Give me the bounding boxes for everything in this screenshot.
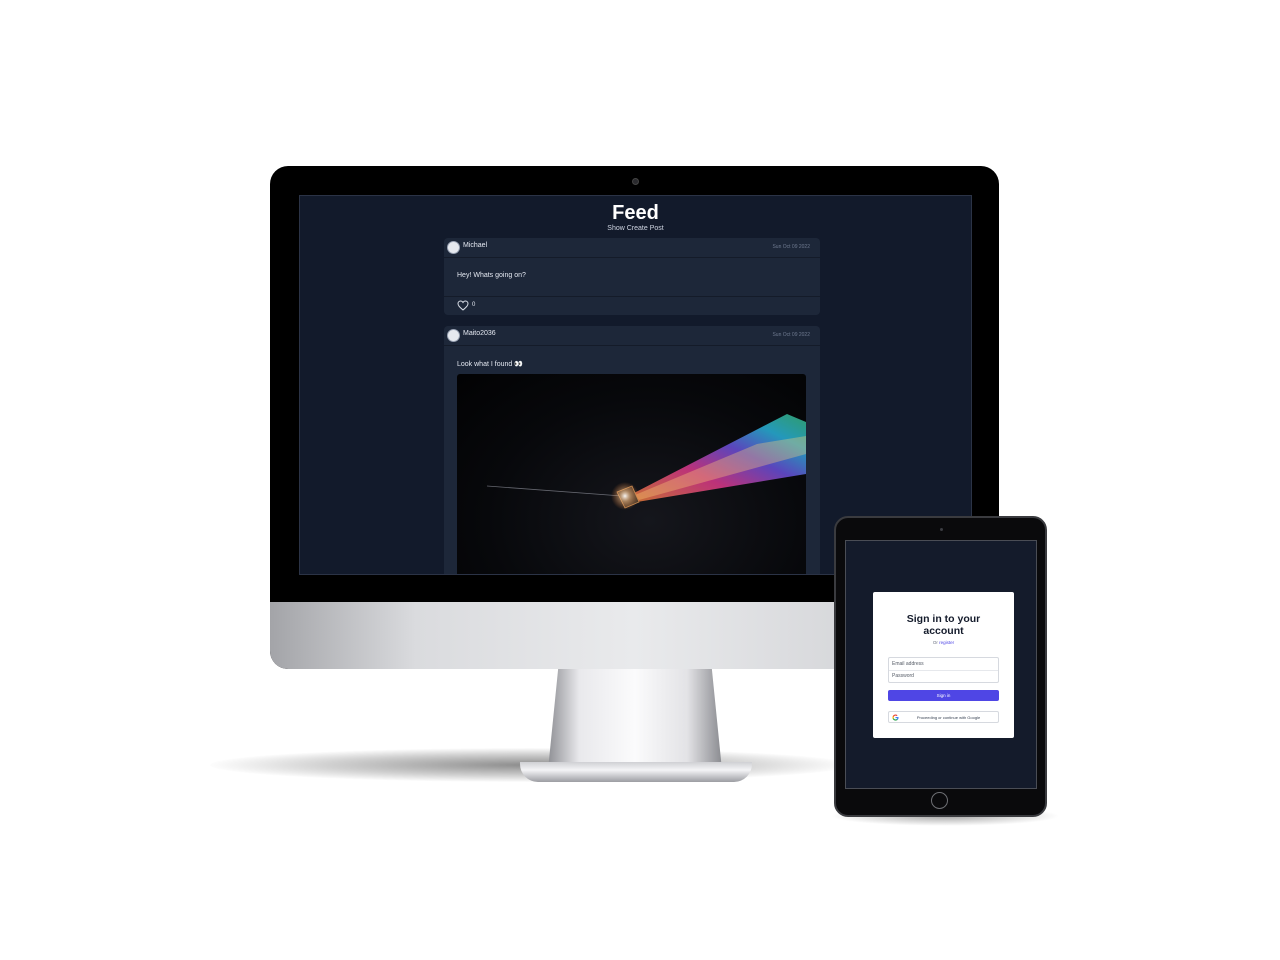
google-signin-label: Proceeding or continue with Google: [916, 715, 981, 720]
tablet-device: Sign in to your account Or register Emai…: [834, 516, 1047, 817]
post-card: Michael Sun Oct 09 2022 Hey! Whats going…: [444, 238, 820, 315]
post-text: Hey! Whats going on?: [457, 272, 526, 279]
password-field[interactable]: Password: [892, 673, 992, 679]
tablet-screen: Sign in to your account Or register Emai…: [845, 540, 1037, 789]
show-create-post-button[interactable]: Show Create Post: [300, 224, 971, 233]
post-header: Maito2036 Sun Oct 09 2022: [444, 326, 820, 346]
post-author[interactable]: Michael: [463, 242, 487, 249]
monitor-stand: [548, 666, 722, 770]
like-count: 0: [472, 302, 476, 308]
post-footer: 0: [444, 296, 820, 315]
avatar[interactable]: [447, 241, 460, 254]
signin-title: Sign in to your account: [873, 613, 1014, 637]
camera-dot: [940, 528, 943, 531]
camera-dot: [632, 178, 639, 185]
page-title: Feed: [612, 202, 659, 224]
post-image[interactable]: [457, 374, 806, 574]
signin-button[interactable]: Sign in: [888, 690, 999, 701]
or-text: Or: [932, 640, 938, 645]
feed-header: Feed Show Create Post: [300, 202, 971, 233]
signin-title-line2: account: [923, 625, 964, 637]
signin-card: Sign in to your account Or register Emai…: [873, 592, 1014, 738]
email-field[interactable]: Email address: [892, 661, 992, 667]
field-divider: [889, 670, 998, 671]
signin-title-line1: Sign in to your: [906, 613, 981, 625]
post-date: Sun Oct 09 2022: [772, 244, 810, 250]
heart-icon[interactable]: [457, 300, 469, 311]
post-header: Michael Sun Oct 09 2022: [444, 238, 820, 258]
monitor-stand-base: [520, 762, 752, 782]
post-date: Sun Oct 09 2022: [772, 332, 810, 338]
google-icon: [892, 714, 899, 721]
prism-light-illustration: [486, 414, 806, 510]
register-prompt: Or register: [873, 640, 1014, 645]
credentials-fields: Email address Password: [888, 657, 999, 683]
google-signin-button[interactable]: Proceeding or continue with Google: [888, 711, 999, 723]
register-link[interactable]: register: [939, 640, 954, 645]
post-card: Maito2036 Sun Oct 09 2022 Look what I fo…: [444, 326, 820, 574]
avatar[interactable]: [447, 329, 460, 342]
home-button[interactable]: [931, 792, 948, 809]
post-author[interactable]: Maito2036: [463, 330, 496, 337]
